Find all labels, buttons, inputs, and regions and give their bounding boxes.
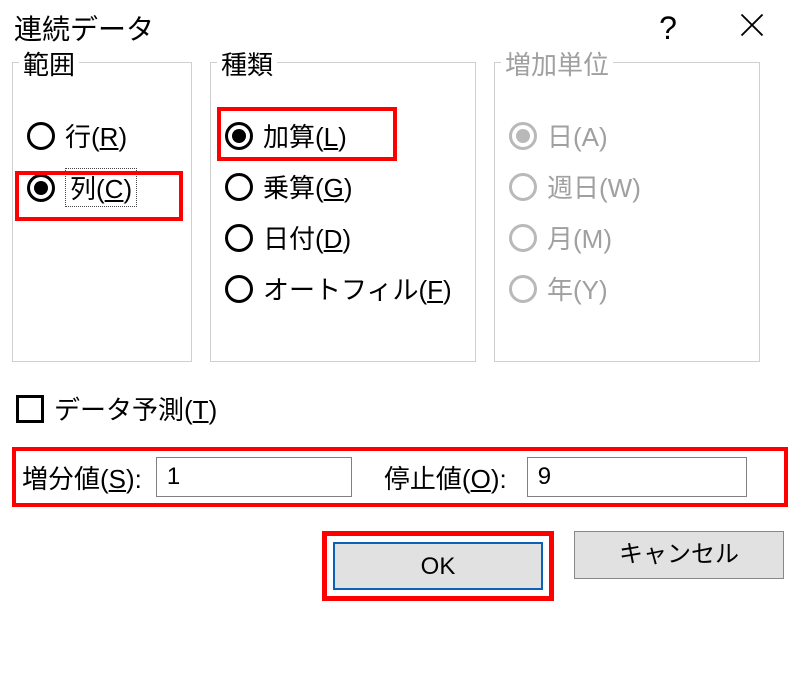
radio-weekday: 週日(W) — [509, 168, 739, 205]
radio-year-label: 年(Y) — [547, 270, 608, 307]
group-range-legend: 範囲 — [19, 45, 79, 82]
dialog-title: 連続データ — [14, 8, 154, 48]
radio-date[interactable]: 日付(D) — [225, 219, 455, 256]
dialog-buttons: OK キャンセル — [12, 531, 788, 601]
close-icon[interactable] — [730, 10, 774, 47]
radio-linear-label: 加算(L) — [263, 117, 347, 154]
radio-icon — [509, 275, 537, 303]
ok-button[interactable]: OK — [333, 542, 543, 590]
radio-growth[interactable]: 乗算(G) — [225, 168, 455, 205]
checkbox-trend[interactable]: データ予測(T) — [16, 390, 784, 427]
radio-month-label: 月(M) — [547, 219, 612, 256]
radio-day: 日(A) — [509, 117, 739, 154]
radio-icon — [27, 122, 55, 150]
radio-month: 月(M) — [509, 219, 739, 256]
radio-icon — [27, 174, 55, 202]
option-groups: 範囲 行(R) 列(C) 種類 加算(L) 乗算(G) — [12, 62, 788, 362]
radio-icon — [509, 173, 537, 201]
radio-rows[interactable]: 行(R) — [27, 117, 171, 154]
step-stop-row: 増分値(S): 停止値(O): — [12, 447, 788, 507]
radio-day-label: 日(A) — [547, 117, 608, 154]
radio-growth-label: 乗算(G) — [263, 168, 353, 205]
radio-columns-label: 列(C) — [65, 168, 137, 207]
group-type-legend: 種類 — [217, 45, 277, 82]
radio-rows-label: 行(R) — [65, 117, 127, 154]
radio-icon — [509, 224, 537, 252]
stop-label: 停止値(O): — [384, 459, 507, 496]
radio-weekday-label: 週日(W) — [547, 168, 641, 205]
checkbox-trend-label: データ予測(T) — [54, 390, 217, 427]
group-range: 範囲 行(R) 列(C) — [12, 62, 192, 362]
titlebar: 連続データ ? — [0, 0, 800, 62]
step-label: 増分値(S): — [22, 459, 142, 496]
titlebar-actions: ? — [646, 10, 786, 47]
radio-icon — [509, 122, 537, 150]
radio-icon — [225, 122, 253, 150]
step-input[interactable] — [156, 457, 352, 497]
highlight-marker: OK — [322, 531, 554, 601]
radio-icon — [225, 173, 253, 201]
radio-columns[interactable]: 列(C) — [27, 168, 171, 207]
dialog-content: 範囲 行(R) 列(C) 種類 加算(L) 乗算(G) — [0, 62, 800, 613]
radio-year: 年(Y) — [509, 270, 739, 307]
radio-autofill[interactable]: オートフィル(F) — [225, 270, 455, 307]
group-date-unit: 増加単位 日(A) 週日(W) 月(M) 年(Y) — [494, 62, 760, 362]
radio-linear[interactable]: 加算(L) — [225, 117, 455, 154]
radio-icon — [225, 275, 253, 303]
cancel-button[interactable]: キャンセル — [574, 531, 784, 579]
radio-date-label: 日付(D) — [263, 219, 351, 256]
group-type: 種類 加算(L) 乗算(G) 日付(D) オートフィル(F) — [210, 62, 476, 362]
help-icon[interactable]: ? — [646, 10, 690, 47]
checkbox-icon — [16, 395, 44, 423]
radio-autofill-label: オートフィル(F) — [263, 270, 452, 307]
group-date-unit-legend: 増加単位 — [501, 45, 613, 82]
stop-input[interactable] — [527, 457, 747, 497]
radio-icon — [225, 224, 253, 252]
